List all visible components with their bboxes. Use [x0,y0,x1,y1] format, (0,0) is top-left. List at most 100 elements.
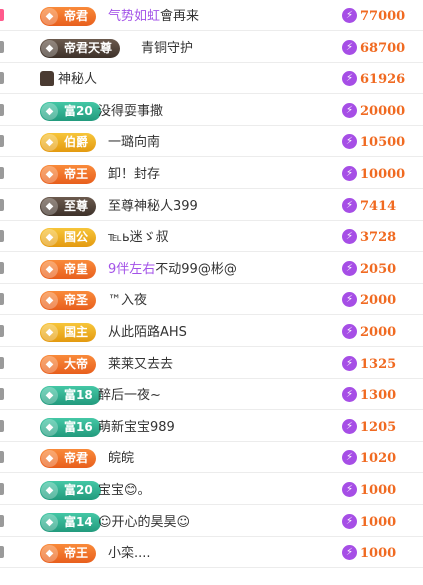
user-name-text: 从此陌路AHS [108,325,187,340]
list-item[interactable]: ◆ 帝王 卸！封存 ⚡ 10000 [0,158,423,189]
list-item[interactable]: ◆ 大帝 莱莱又去去 ⚡ 1325 [0,348,423,379]
lightning-gem-icon: ⚡ [342,324,357,339]
level-badge: ◆ 富20 [40,101,101,121]
user-name[interactable]: 萌新宝宝989 [98,418,175,437]
contribution-value: 10500 [360,135,406,151]
badge-label: 国主 [64,325,89,339]
list-item[interactable]: ◆ 帝皇 9伴左右不动99@彬@ ⚡ 2050 [0,253,423,284]
user-name-text: ™入夜 [108,293,148,309]
rank-marker [0,103,4,116]
contribution-value: 2000 [360,325,397,340]
badge-emblem-icon: ◆ [41,102,58,120]
list-item[interactable]: ◆ 富18 醉后一夜~ ⚡ 1300 [0,379,423,411]
user-name[interactable]: 卸！封存 [108,165,160,184]
rank-marker [0,546,4,559]
badge-emblem-icon: ◆ [41,355,58,373]
badge-label: 帝君 [64,451,89,466]
level-badge: ◆ 国公 [40,228,97,248]
user-name-text: 醉后一夜~ [98,388,161,404]
lightning-gem-icon: ⚡ [342,450,357,466]
list-item[interactable]: ◆ 伯爵 一璐向南 ⚡ 10500 [0,126,423,158]
user-name[interactable]: 醉后一夜~ [98,386,161,405]
badge-label: 帝王 [64,167,89,181]
user-name[interactable]: 神秘人 [58,70,97,89]
badge-label: 帝君 [64,9,89,23]
rank-marker [0,483,4,495]
contribution-value: 1000 [360,546,397,562]
badge-emblem-icon: ◆ [41,324,58,341]
level-badge: ◆ 帝圣 [40,291,97,311]
contribution-value: 1000 [360,483,397,498]
list-item[interactable]: ◆ 至尊 至尊神秘人399 ⚡ 7414 [0,190,423,221]
badge-label: 伯爵 [64,135,89,150]
user-name[interactable]: 皖皖 [108,449,134,468]
lightning-gem-icon: ⚡ [342,102,357,118]
badge-label: 富20 [64,483,93,497]
user-name[interactable]: 莱莱又去去 [108,355,173,374]
contribution-value: 1325 [360,356,397,372]
user-name[interactable]: ™入夜 [108,291,147,310]
list-item[interactable]: ◆ 富16 萌新宝宝989 ⚡ 1205 [0,411,423,442]
user-name[interactable]: ☺开心的昊昊☺ [98,513,190,532]
badge-emblem-icon: ◆ [41,513,58,531]
list-item[interactable]: ◆ 帝王 小栾.... ⚡ 1000 [0,537,423,569]
lightning-gem-icon: ⚡ [342,292,357,308]
list-item[interactable]: ◆ 帝圣 ™入夜 ⚡ 2000 [0,284,423,316]
badge-label: 富14 [64,514,93,529]
user-name[interactable]: 青铜守护 [141,39,193,58]
rank-marker [0,135,4,148]
list-item[interactable]: ◆ 帝君天尊 青铜守护 ⚡ 68700 [0,32,423,63]
user-name[interactable]: ℡ь迷ゞ叔 [108,228,169,247]
level-badge: ◆ 帝君天尊 [40,38,121,58]
rank-marker [0,261,4,274]
list-item[interactable]: ◆ 富14 ☺开心的昊昊☺ ⚡ 1000 [0,506,423,537]
list-item[interactable]: 神秘人 ⚡ 61926 [0,63,423,95]
user-name[interactable]: 小栾.... [108,544,151,563]
user-name-suffix: 會再来 [160,9,200,24]
user-name[interactable]: 从此陌路AHS [108,323,187,342]
badge-emblem-icon: ◆ [41,8,58,25]
rank-marker [0,419,4,432]
user-name[interactable]: 至尊神秘人399 [108,197,198,216]
user-name-text: ☺开心的昊昊☺ [98,514,191,530]
lightning-gem-icon: ⚡ [342,229,357,245]
list-item[interactable]: ◆ 国公 ℡ь迷ゞ叔 ⚡ 3728 [0,221,423,253]
contribution-value: 3728 [360,230,397,246]
list-item[interactable]: ◆ 国主 从此陌路AHS ⚡ 2000 [0,316,423,347]
rank-marker [0,388,4,401]
contribution-value: 77000 [360,9,406,24]
lightning-gem-icon: ⚡ [342,134,357,150]
user-name-text: 小栾.... [108,546,151,562]
list-item[interactable]: ◆ 帝君 气势如虹會再来 ⚡ 77000 [0,0,423,31]
list-item[interactable]: ◆ 帝君 皖皖 ⚡ 1020 [0,442,423,474]
contribution-value: 1205 [360,419,397,435]
user-name[interactable]: 气势如虹會再来 [108,7,199,26]
contribution-value: 2000 [360,293,397,309]
user-name-text: 青铜守护 [141,40,194,56]
user-name-text: 没得耍事撒 [98,103,164,119]
user-name-text: 莱莱又去去 [108,356,174,372]
badge-label: 帝君天尊 [64,40,113,55]
lightning-gem-icon: ⚡ [342,545,357,561]
level-badge: ◆ 帝皇 [40,259,97,279]
lightning-gem-icon: ⚡ [342,513,357,529]
badge-emblem-icon: ◆ [41,166,58,183]
level-badge: ◆ 国主 [40,323,97,342]
contribution-list: ◆ 帝君 气势如虹會再来 ⚡ 77000 ◆ 帝君天尊 青铜守护 ⚡ 68700 神秘人 ⚡ 61926… [0,0,423,585]
user-name[interactable]: 没得耍事撒 [98,102,163,121]
level-badge: ◆ 富16 [40,417,101,437]
contribution-value: 1300 [360,388,397,404]
rank-marker [0,167,4,179]
user-name[interactable]: 9伴左右不动99@彬@ [108,260,237,279]
user-name[interactable]: 宝宝😊。 [98,481,151,500]
badge-emblem-icon: ◆ [41,482,58,499]
lightning-gem-icon: ⚡ [342,482,357,497]
badge-emblem-icon: ◆ [41,450,58,468]
list-item[interactable]: ◆ 富20 没得耍事撒 ⚡ 20000 [0,95,423,126]
list-item[interactable]: ◆ 富20 宝宝😊。 ⚡ 1000 [0,474,423,505]
badge-emblem-icon: ◆ [41,134,58,152]
rank-marker [0,40,4,53]
badge-label: 至尊 [64,198,89,213]
user-name[interactable]: 一璐向南 [108,133,160,152]
badge-label: 富16 [64,419,93,434]
